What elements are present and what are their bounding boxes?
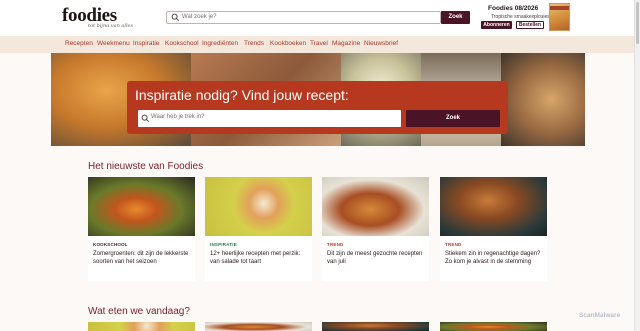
nav-item-kookschool[interactable]: Kookschool [165, 40, 199, 47]
main-navigation: Recepten Weekmenu Inspiratie Kookschool … [0, 36, 634, 53]
news-card[interactable]: TREND Dit zijn de meest gezochte recepte… [322, 177, 429, 281]
card-category-tag[interactable]: TREND [445, 242, 462, 247]
today-section-heading: Wat eten we vandaag? [88, 306, 190, 317]
card-image[interactable] [205, 322, 312, 331]
subscribe-button[interactable]: Abonneren [481, 21, 512, 29]
magazine-title[interactable]: Foodies 08/2026 [488, 5, 538, 12]
nav-item-nieuwsbrief[interactable]: Nieuwsbrief [364, 40, 398, 47]
hero-search-panel: Inspiratie nodig? Vind jouw recept: Waar… [127, 81, 508, 134]
card-image[interactable] [322, 322, 429, 331]
card-category-tag[interactable]: TREND [327, 242, 344, 247]
nav-item-magazine[interactable]: Magazine [332, 40, 360, 47]
card-category-tag[interactable]: KOOKSCHOOL [93, 242, 128, 247]
news-card[interactable]: INSPIRATIE 12+ heerlijke recepten met pe… [205, 177, 312, 281]
site-header: foodies tot bijna van alles Wat zoek je?… [0, 0, 634, 36]
nav-item-ingredienten[interactable]: Ingrediënten [202, 40, 238, 47]
scanmalware-watermark: ScanMalware [579, 312, 621, 319]
nav-item-inspiratie[interactable]: Inspiratie [133, 40, 159, 47]
card-image[interactable] [88, 177, 195, 236]
magazine-subtitle: Tropische smaakexplosies [491, 14, 550, 20]
news-card[interactable]: TREND Stiekem zin in regenachtige dagen?… [440, 177, 547, 281]
card-image[interactable] [322, 177, 429, 236]
header-search-input[interactable]: Wat zoek je? [166, 11, 441, 24]
hero-search-placeholder: Waar heb je trek in? [151, 114, 205, 120]
card-image[interactable] [440, 322, 547, 331]
nav-item-trends[interactable]: Trends [244, 40, 264, 47]
card-image[interactable] [88, 322, 195, 331]
card-title[interactable]: Stiekem zin in regenachtige dagen? Zo ko… [445, 250, 545, 266]
hero-search-input[interactable]: Waar heb je trek in? [138, 110, 401, 127]
scrollbar-thumb[interactable] [636, 2, 639, 44]
card-category-tag[interactable]: INSPIRATIE [210, 242, 237, 247]
card-image[interactable] [205, 177, 312, 236]
nav-item-recepten[interactable]: Recepten [65, 40, 93, 47]
search-icon [171, 13, 180, 22]
card-title[interactable]: Dit zijn de meest gezochte recepten van … [327, 250, 427, 266]
order-button[interactable]: Bestellen [516, 21, 544, 29]
magazine-cover-image[interactable] [549, 3, 570, 31]
hero-search-button[interactable]: Zoek [406, 110, 500, 127]
news-section-heading: Het nieuwste van Foodies [88, 161, 204, 172]
nav-item-travel[interactable]: Travel [310, 40, 328, 47]
hero-photo-pastry [501, 53, 585, 146]
search-icon [141, 114, 150, 123]
logo-tagline: tot bijna van alles [88, 23, 134, 29]
nav-item-kookboeken[interactable]: Kookboeken [270, 40, 306, 47]
header-search-placeholder: Wat zoek je? [182, 14, 217, 20]
card-title[interactable]: 12+ heerlijke recepten met perzik: van s… [210, 250, 310, 266]
card-title[interactable]: Zomergroenten: dit zijn de lekkerste soo… [93, 250, 193, 266]
header-search-button[interactable]: Zoek [441, 11, 470, 24]
card-image[interactable] [440, 177, 547, 236]
hero-title: Inspiratie nodig? Vind jouw recept: [135, 87, 349, 103]
vertical-scrollbar[interactable] [634, 0, 640, 331]
news-card[interactable]: KOOKSCHOOL Zomergroenten: dit zijn de le… [88, 177, 195, 281]
nav-item-weekmenu[interactable]: Weekmenu [97, 40, 130, 47]
